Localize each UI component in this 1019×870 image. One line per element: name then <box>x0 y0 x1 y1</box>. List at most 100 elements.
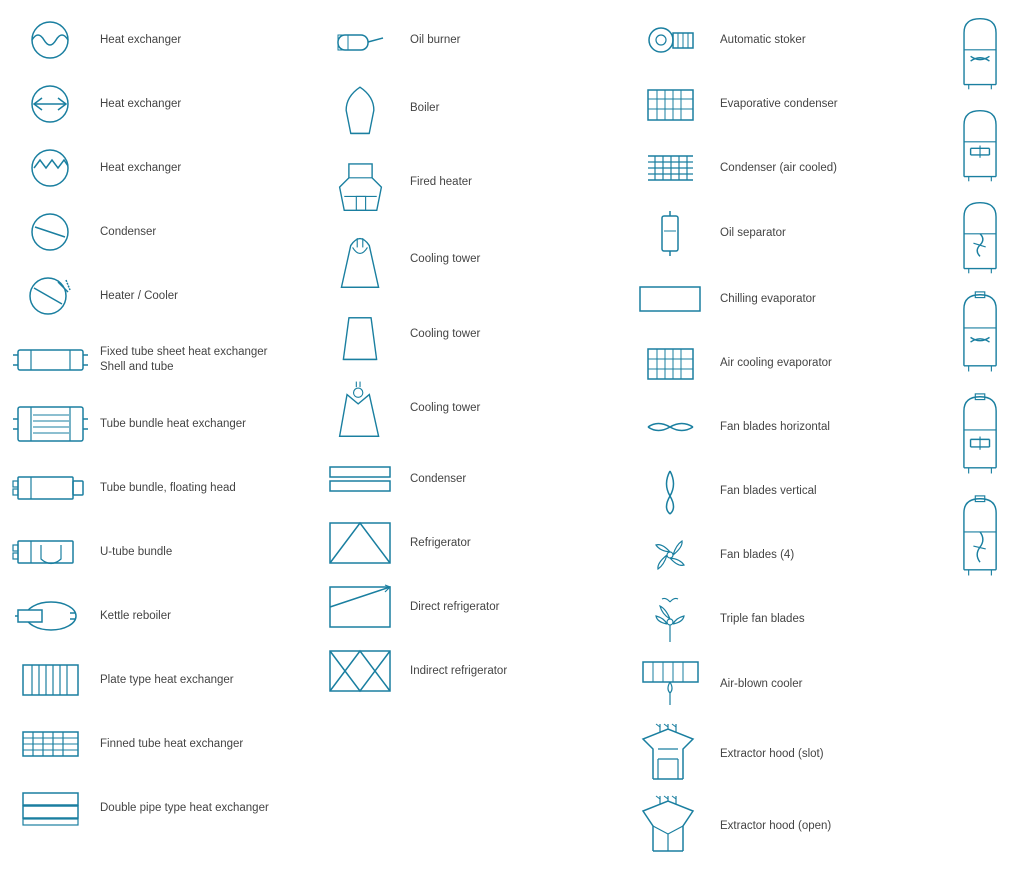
main-page: Heat exchanger Heat exchanger Heat e <box>0 0 1019 870</box>
triple-fan-icon <box>630 594 710 644</box>
column-3: Automatic stoker Evaporative condenser <box>625 10 935 860</box>
fired-heater-label: Fired heater <box>410 175 472 190</box>
refrigerator-label: Refrigerator <box>410 536 471 551</box>
oil-burner-item: Oil burner <box>320 10 620 70</box>
column-1: Heat exchanger Heat exchanger Heat e <box>5 10 315 860</box>
air-cooling-evap-label: Air cooling evaporator <box>720 356 832 371</box>
heat-exchanger-1-label: Heat exchanger <box>100 33 181 48</box>
heat-exchanger-1: Heat exchanger <box>10 10 310 70</box>
fixed-tube-label: Fixed tube sheet heat exchanger Shell an… <box>100 345 268 375</box>
condenser-air-icon <box>630 146 710 191</box>
autoclave-prop-icon <box>940 14 1019 94</box>
u-tube-label: U-tube bundle <box>100 545 172 560</box>
fan-vert-item: Fan blades vertical <box>630 461 930 521</box>
condenser2-label: Condenser <box>410 472 466 487</box>
condenser-item: Condenser <box>10 202 310 262</box>
cooling-tower-3-item: Cooling tower <box>320 372 620 445</box>
autoclave-motor-anchor-icon <box>940 392 1019 482</box>
air-cooling-evap-icon <box>630 341 710 386</box>
oil-burner-label: Oil burner <box>410 33 461 48</box>
condenser-label: Condenser <box>100 225 156 240</box>
indirect-refrigerator-label: Indirect refrigerator <box>410 664 507 679</box>
autoclave-helical-icon <box>940 198 1019 278</box>
autoclave-helical-item: Autoclave (helical) <box>940 194 1019 282</box>
direct-refrigerator-icon <box>320 582 400 632</box>
double-pipe-item: Double pipe type heat exchanger <box>10 778 310 838</box>
fired-heater-icon <box>320 150 400 215</box>
condenser-air-label: Condenser (air cooled) <box>720 161 837 176</box>
condenser2-item: Condenser <box>320 449 620 509</box>
fan-horiz-icon <box>630 412 710 442</box>
heater-cooler-label: Heater / Cooler <box>100 289 178 304</box>
auto-stoker-item: Automatic stoker <box>630 10 930 70</box>
extractor-open-icon <box>630 796 710 856</box>
triple-fan-label: Triple fan blades <box>720 612 805 627</box>
extractor-open-label: Extractor hood (open) <box>720 819 831 834</box>
cooling-tower-1-label: Cooling tower <box>410 252 480 267</box>
fired-heater-item: Fired heater <box>320 146 620 219</box>
heater-cooler-item: Heater / Cooler <box>10 266 310 326</box>
cooling-tower-1-item: Cooling tower <box>320 223 620 296</box>
oil-separator-item: Oil separator <box>630 202 930 265</box>
air-blown-label: Air-blown cooler <box>720 677 802 692</box>
autoclave-anchor-icon <box>940 106 1019 186</box>
u-tube-icon <box>10 533 90 571</box>
fan-horiz-label: Fan blades horizontal <box>720 420 830 435</box>
cooling-tower-1-icon <box>320 227 400 292</box>
finned-tube-item: Finned tube heat exchanger <box>10 714 310 774</box>
fan-vert-label: Fan blades vertical <box>720 484 817 499</box>
refrigerator-icon <box>320 518 400 568</box>
u-tube-item: U-tube bundle <box>10 522 310 582</box>
kettle-label: Kettle reboiler <box>100 609 171 624</box>
kettle-icon <box>10 595 90 637</box>
autoclave-motor-helical-icon <box>940 494 1019 584</box>
direct-refrigerator-label: Direct refrigerator <box>410 600 499 615</box>
air-blown-icon <box>630 657 710 712</box>
fan-horiz-item: Fan blades horizontal <box>630 397 930 457</box>
heat-exchanger-zigzag-icon <box>10 148 90 188</box>
heat-exchanger-2: Heat exchanger <box>10 74 310 134</box>
autoclave-motor-prop-item: Autoclave with motor (propeller) <box>940 286 1019 384</box>
oil-separator-label: Oil separator <box>720 226 786 241</box>
condenser-air-item: Condenser (air cooled) <box>630 138 930 198</box>
extractor-slot-item: Extractor hood (slot) <box>630 720 930 788</box>
double-pipe-icon <box>10 788 90 828</box>
fan-vert-icon <box>630 466 710 516</box>
finned-tube-icon <box>10 724 90 764</box>
evap-condenser-icon <box>630 82 710 127</box>
direct-refrigerator-item: Direct refrigerator <box>320 577 620 637</box>
extractor-slot-label: Extractor hood (slot) <box>720 747 824 762</box>
cooling-tower-2-label: Cooling tower <box>410 327 480 342</box>
double-pipe-label: Double pipe type heat exchanger <box>100 801 269 816</box>
cooling-tower-2-icon <box>320 304 400 364</box>
cooling-tower-2-item: Cooling tower <box>320 300 620 368</box>
chilling-evap-icon <box>630 279 710 319</box>
indirect-refrigerator-item: Indirect refrigerator <box>320 641 620 701</box>
autoclave-anchor-item: Autoclave (anchor) <box>940 102 1019 190</box>
fan-4-icon <box>630 533 710 578</box>
chilling-evap-item: Chilling evaporator <box>630 269 930 329</box>
boiler-icon <box>320 78 400 138</box>
fixed-tube-item: Fixed tube sheet heat exchanger Shell an… <box>10 330 310 390</box>
finned-tube-label: Finned tube heat exchanger <box>100 737 243 752</box>
column-2: Oil burner Boiler Fired heater <box>315 10 625 860</box>
evap-condenser-label: Evaporative condenser <box>720 97 838 112</box>
condenser2-icon <box>320 459 400 499</box>
tube-floating-icon <box>10 469 90 507</box>
boiler-label: Boiler <box>410 101 439 116</box>
extractor-slot-icon <box>630 724 710 784</box>
oil-separator-icon <box>630 206 710 261</box>
heat-exchanger-3: Heat exchanger <box>10 138 310 198</box>
evap-condenser-item: Evaporative condenser <box>630 74 930 134</box>
plate-type-item: Plate type heat exchanger <box>10 650 310 710</box>
tube-bundle-item: Tube bundle heat exchanger <box>10 394 310 454</box>
tube-floating-label: Tube bundle, floating head <box>100 481 236 496</box>
fixed-tube-icon <box>10 340 90 380</box>
condenser-icon <box>10 212 90 252</box>
autoclave-motor-helical-item: Autoclave with motor (helical) <box>940 490 1019 588</box>
air-cooling-evap-item: Air cooling evaporator <box>630 333 930 393</box>
air-blown-item: Air-blown cooler <box>630 653 930 716</box>
kettle-item: Kettle reboiler <box>10 586 310 646</box>
oil-burner-icon <box>320 20 400 60</box>
tube-bundle-icon <box>10 399 90 449</box>
